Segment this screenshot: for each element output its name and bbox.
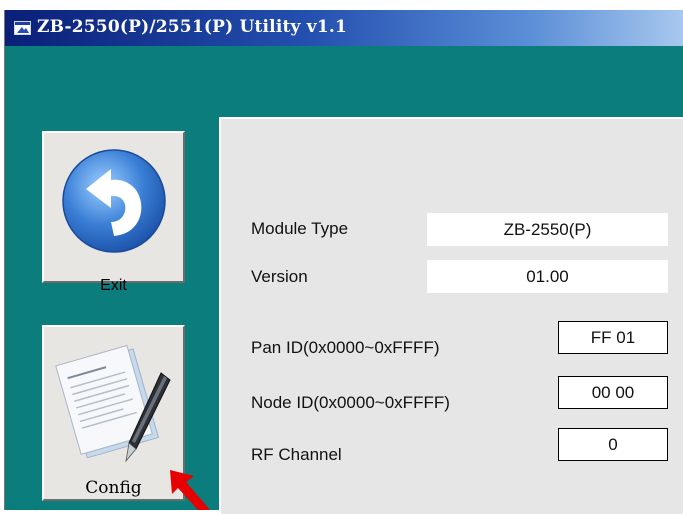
pan-id-input[interactable]: FF 01 <box>558 321 668 354</box>
title-bar[interactable]: ZB-2550(P)/2551(P) Utility v1.1 <box>5 10 683 46</box>
config-label: Config <box>85 478 142 498</box>
back-arrow-icon <box>62 149 166 253</box>
exit-button[interactable]: Exit <box>42 131 185 294</box>
document-pen-icon <box>55 344 171 463</box>
module-type-field: ZB-2550(P) <box>427 213 668 246</box>
rf-channel-label: RF Channel <box>251 445 342 464</box>
annotation-arrow-icon <box>170 470 210 510</box>
node-id-label: Node ID(0x0000~0xFFFF) <box>251 393 450 412</box>
rf-channel-input[interactable]: 0 <box>558 428 668 461</box>
version-label: Version <box>251 267 308 286</box>
window-title: ZB-2550(P)/2551(P) Utility v1.1 <box>37 17 348 37</box>
app-window-icon <box>14 21 31 35</box>
node-id-input[interactable]: 00 00 <box>558 376 668 409</box>
exit-label: Exit <box>100 277 127 294</box>
version-field: 01.00 <box>427 260 668 293</box>
pan-id-label: Pan ID(0x0000~0xFFFF) <box>251 338 440 357</box>
utility-window: ZB-2550(P)/2551(P) Utility v1.1 Exit Con… <box>4 10 683 514</box>
module-type-label: Module Type <box>251 219 349 238</box>
config-button[interactable]: Config <box>42 325 185 501</box>
